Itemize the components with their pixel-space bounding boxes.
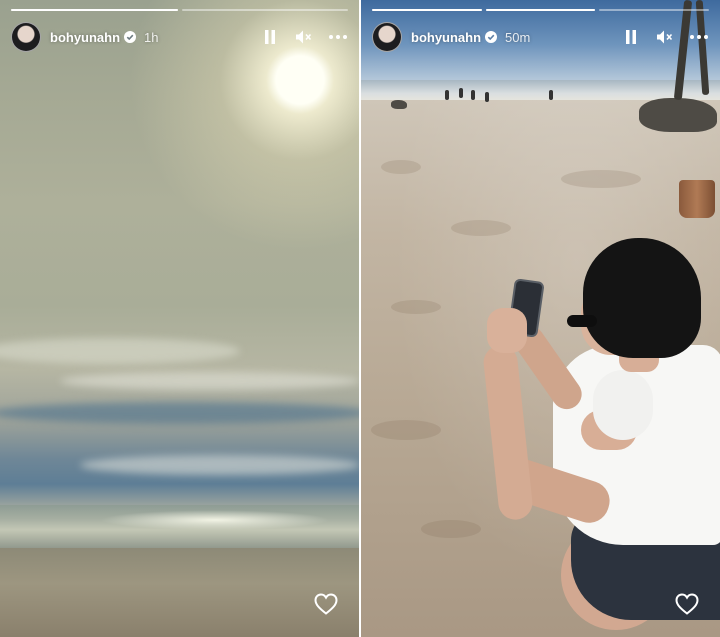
cloud xyxy=(60,372,359,390)
more-options-button[interactable] xyxy=(689,27,709,47)
story-progress-bar xyxy=(11,9,348,11)
mute-button[interactable] xyxy=(294,27,314,47)
person-hand xyxy=(487,308,527,353)
sand xyxy=(0,548,359,637)
avatar[interactable] xyxy=(372,22,402,52)
cloud xyxy=(0,402,359,424)
verified-badge-icon xyxy=(485,31,498,43)
muted-speaker-icon xyxy=(657,30,673,44)
pause-icon xyxy=(626,30,636,44)
sand-texture xyxy=(371,420,441,440)
story-progress-bar xyxy=(372,9,710,11)
beachgoer xyxy=(459,88,463,98)
sand-texture xyxy=(391,300,441,314)
person-sleeve xyxy=(593,370,653,440)
progress-segment xyxy=(599,9,710,11)
muted-speaker-icon xyxy=(296,30,312,44)
story-controls xyxy=(621,27,709,47)
verified-badge-icon xyxy=(124,31,137,43)
sand-texture xyxy=(561,170,641,188)
person-hair xyxy=(583,238,701,358)
heart-icon[interactable] xyxy=(675,593,699,615)
heart-icon[interactable] xyxy=(314,593,338,615)
story-panel-right[interactable]: bohyunahn 50m xyxy=(361,0,720,637)
sand-texture xyxy=(381,160,421,174)
username[interactable]: bohyunahn xyxy=(411,30,481,45)
username[interactable]: bohyunahn xyxy=(50,30,120,45)
story-header: bohyunahn 50m xyxy=(372,22,709,52)
sunglasses xyxy=(567,315,597,327)
sand-texture xyxy=(451,220,511,236)
more-options-button[interactable] xyxy=(328,27,348,47)
more-dots-icon xyxy=(690,35,708,39)
rock xyxy=(639,98,717,132)
rock xyxy=(391,100,407,109)
beachgoer xyxy=(471,90,475,100)
avatar[interactable] xyxy=(11,22,41,52)
beachgoer xyxy=(445,90,449,100)
mute-button[interactable] xyxy=(655,27,675,47)
progress-segment xyxy=(372,9,482,11)
pause-button[interactable] xyxy=(621,27,641,47)
beachgoer xyxy=(485,92,489,102)
post-time: 50m xyxy=(505,29,531,45)
story-controls xyxy=(260,27,348,47)
cloud xyxy=(80,455,359,475)
post-time: 1h xyxy=(144,29,159,45)
progress-segment xyxy=(485,9,596,11)
bucket xyxy=(679,180,715,218)
story-header: bohyunahn 1h xyxy=(11,22,348,52)
more-dots-icon xyxy=(329,35,347,39)
story-panel-left[interactable]: bohyunahn 1h xyxy=(0,0,359,637)
sand-texture xyxy=(421,520,481,538)
pause-icon xyxy=(265,30,275,44)
progress-segment xyxy=(181,9,348,11)
sun-glare xyxy=(100,510,330,530)
beachgoer xyxy=(549,90,553,100)
pause-button[interactable] xyxy=(260,27,280,47)
progress-segment xyxy=(11,9,178,11)
